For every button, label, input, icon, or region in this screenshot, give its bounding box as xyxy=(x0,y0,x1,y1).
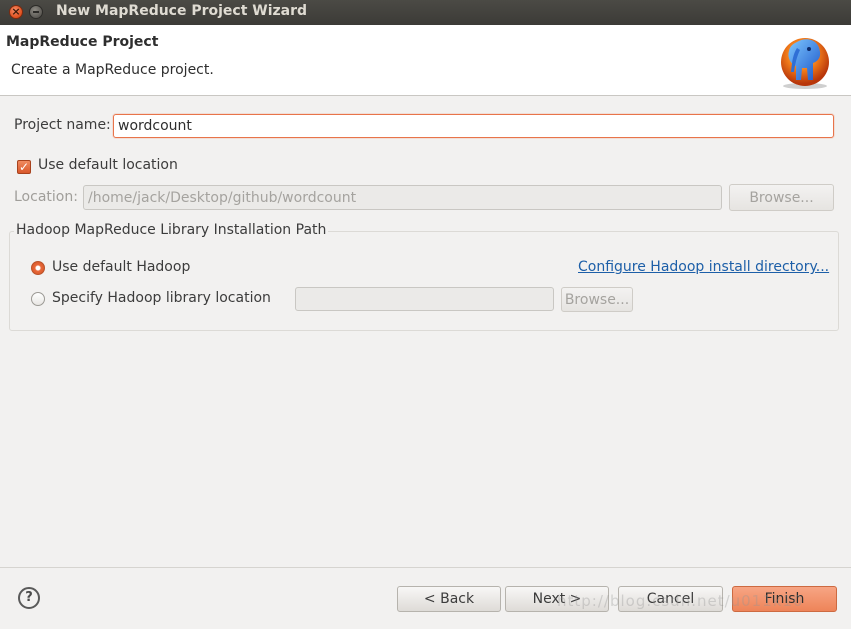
project-name-label: Project name: xyxy=(14,117,111,133)
location-browse-button[interactable]: Browse... xyxy=(729,184,834,211)
close-icon: × xyxy=(11,5,21,18)
use-default-location-checkbox[interactable]: ✓ xyxy=(17,160,31,174)
close-window-button[interactable]: × xyxy=(9,5,23,19)
finish-button[interactable]: Finish xyxy=(732,586,837,612)
hadoop-browse-button[interactable]: Browse... xyxy=(561,287,633,312)
hadoop-group-title: Hadoop MapReduce Library Installation Pa… xyxy=(14,222,329,238)
specify-hadoop-location-label[interactable]: Specify Hadoop library location xyxy=(52,290,271,306)
specify-hadoop-location-radio[interactable] xyxy=(31,292,45,306)
location-input[interactable] xyxy=(83,185,722,210)
minimize-window-button[interactable] xyxy=(29,5,43,19)
location-label: Location: xyxy=(14,189,78,205)
wizard-window: × New MapReduce Project Wizard MapReduce… xyxy=(0,0,851,629)
hadoop-library-location-input[interactable] xyxy=(295,287,554,311)
project-name-input[interactable] xyxy=(113,114,834,138)
back-button[interactable]: < Back xyxy=(397,586,501,612)
banner-description: Create a MapReduce project. xyxy=(11,62,214,78)
cancel-button[interactable]: Cancel xyxy=(618,586,723,612)
footer-divider xyxy=(0,567,851,568)
window-title: New MapReduce Project Wizard xyxy=(56,3,308,19)
hadoop-library-group: Hadoop MapReduce Library Installation Pa… xyxy=(9,222,839,331)
use-default-location-label[interactable]: Use default location xyxy=(38,157,178,173)
hadoop-elephant-logo-icon xyxy=(781,38,829,89)
minimize-icon xyxy=(33,11,39,13)
configure-hadoop-link[interactable]: Configure Hadoop install directory... xyxy=(578,259,829,275)
next-button[interactable]: Next > xyxy=(505,586,609,612)
use-default-hadoop-radio[interactable] xyxy=(31,261,45,275)
banner-title: MapReduce Project xyxy=(6,34,159,50)
title-bar: × New MapReduce Project Wizard xyxy=(0,0,851,25)
wizard-banner: MapReduce Project Create a MapReduce pro… xyxy=(0,25,851,96)
help-icon[interactable]: ? xyxy=(18,587,40,609)
use-default-hadoop-label[interactable]: Use default Hadoop xyxy=(52,259,190,275)
